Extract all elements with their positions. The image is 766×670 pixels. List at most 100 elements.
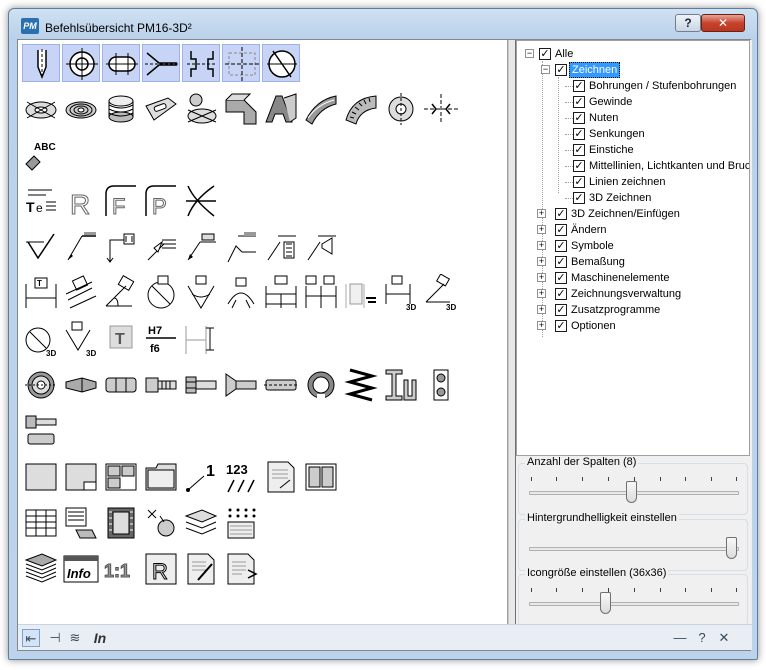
pin-icon[interactable]	[262, 366, 300, 404]
tree-subitem-label[interactable]: Nuten	[587, 110, 620, 126]
dim-chain-icon[interactable]	[262, 274, 300, 312]
dim-angle-icon[interactable]	[102, 274, 140, 312]
tree-checkbox[interactable]: ✓	[573, 144, 585, 156]
fillet-f-icon[interactable]: F	[102, 182, 140, 220]
tree-item-label[interactable]: Ändern	[569, 222, 608, 238]
tree-checkbox[interactable]: ✓	[555, 240, 567, 252]
tree-checkbox[interactable]: ✓	[555, 320, 567, 332]
icon-size-slider-thumb[interactable]	[600, 592, 611, 614]
dim-arc-icon[interactable]	[222, 274, 260, 312]
bolt-assembly-icon[interactable]	[22, 412, 60, 450]
profile-icon[interactable]	[382, 366, 420, 404]
drill-icon[interactable]	[22, 44, 60, 82]
roller-bearing-icon[interactable]	[422, 366, 460, 404]
title-bar[interactable]: PM Befehlsübersicht PM16-3D² ? ✕	[9, 9, 757, 39]
expand-toggle[interactable]: +	[537, 305, 546, 314]
dim-horizontal-icon[interactable]: T	[22, 274, 60, 312]
brightness-slider-track[interactable]	[529, 547, 739, 551]
tree-checkbox[interactable]: ✓	[555, 288, 567, 300]
icon-size-slider-track[interactable]	[529, 602, 739, 606]
text-edit-t-icon[interactable]: T	[102, 320, 140, 358]
dim-aligned-icon[interactable]	[62, 274, 100, 312]
drawing-layout-icon[interactable]	[102, 458, 140, 496]
hex-bolt-icon[interactable]	[182, 366, 220, 404]
surface-leader-icon[interactable]	[62, 228, 100, 266]
slot-icon[interactable]	[102, 44, 140, 82]
tree-item-label[interactable]: Bemaßung	[569, 254, 627, 270]
close-icon[interactable]: ✕	[716, 629, 732, 647]
countersink-icon[interactable]	[142, 44, 180, 82]
fillet-p-icon[interactable]: P	[142, 182, 180, 220]
3d-bore-icon[interactable]	[22, 90, 60, 128]
dim-3d-angle-icon[interactable]: 3D	[422, 274, 460, 312]
numbering-icon[interactable]: 1	[182, 458, 220, 496]
socket-screw-icon[interactable]	[142, 366, 180, 404]
collapse-toggle[interactable]: −	[525, 49, 534, 58]
table-view-icon[interactable]	[22, 504, 60, 542]
document-pen-icon[interactable]	[182, 550, 220, 588]
3d-text-icon[interactable]	[262, 90, 300, 128]
radius-r-icon[interactable]: R	[62, 182, 100, 221]
tree-subitem-label[interactable]: Einstiche	[587, 142, 636, 158]
centerline-icon[interactable]	[222, 44, 260, 82]
dim-3d-diameter-icon[interactable]: 3D	[22, 320, 60, 358]
parts-list-icon[interactable]	[62, 504, 100, 542]
curve-cross-icon[interactable]	[182, 182, 220, 220]
tree-subitem-label[interactable]: Senkungen	[587, 126, 647, 142]
drawing-frame-icon[interactable]	[62, 458, 100, 496]
tree-item-label[interactable]: 3D Zeichnen/Einfügen	[569, 206, 682, 222]
dim-edit-icon[interactable]	[182, 320, 220, 358]
key-icon[interactable]	[62, 366, 100, 404]
collapse-panel-icon[interactable]: ⇤	[22, 629, 40, 647]
tree-item-label[interactable]: Maschinenelemente	[569, 270, 671, 286]
nut-icon[interactable]	[102, 366, 140, 404]
tree-item-label[interactable]: Optionen	[569, 318, 618, 334]
circlip-icon[interactable]	[302, 366, 340, 404]
spring-icon[interactable]	[342, 366, 380, 404]
3d-countersink-icon[interactable]	[182, 90, 220, 128]
drawing-folder-icon[interactable]	[142, 458, 180, 496]
dim-3d-horizontal-icon[interactable]: 3D	[382, 274, 420, 312]
surface-symbol-icon[interactable]	[22, 228, 60, 266]
tree-checkbox[interactable]: ✓	[555, 64, 567, 76]
collapse-toggle[interactable]: −	[541, 65, 550, 74]
tree-checkbox[interactable]: ✓	[573, 192, 585, 204]
brightness-slider-thumb[interactable]	[726, 537, 737, 559]
3d-cross-icon[interactable]	[422, 90, 460, 128]
tolerance-leader-icon[interactable]	[182, 228, 220, 266]
tree-checkbox[interactable]: ✓	[573, 160, 585, 172]
tree-checkbox[interactable]: ✓	[555, 304, 567, 316]
point-grid-icon[interactable]	[222, 504, 260, 542]
expand-toggle[interactable]: +	[537, 273, 546, 282]
hatch-leader-icon[interactable]	[262, 228, 300, 266]
layer-stack-icon[interactable]	[182, 504, 220, 542]
3d-thread-icon[interactable]	[62, 90, 100, 128]
weld-symbol-icon[interactable]	[102, 228, 140, 266]
tree-checkbox[interactable]: ✓	[555, 256, 567, 268]
layers-icon[interactable]	[22, 550, 60, 588]
fit-tolerance-icon[interactable]: H7 f6	[142, 320, 180, 358]
help-icon[interactable]: ?	[694, 629, 710, 647]
tree-checkbox[interactable]: ✓	[573, 96, 585, 108]
minimize-icon[interactable]: —	[672, 629, 688, 647]
tree-subitem-label[interactable]: 3D Zeichnen	[587, 190, 653, 206]
tree-subitem-label[interactable]: Linien zeichnen	[587, 174, 667, 190]
tree-checkbox[interactable]: ✓	[539, 48, 551, 60]
expand-toggle[interactable]: +	[537, 241, 546, 250]
layers-icon[interactable]: ≋	[66, 629, 84, 647]
render-icon[interactable]: R	[142, 550, 180, 588]
countersunk-screw-icon[interactable]	[222, 366, 260, 404]
scale-icon[interactable]: 1:1	[102, 550, 140, 588]
tree-subitem-label[interactable]: Mittellinien, Lichtkanten und Bruc	[587, 158, 749, 174]
dim-radius-icon[interactable]	[182, 274, 220, 312]
cone-leader-icon[interactable]	[302, 228, 340, 266]
tree-subitem-label[interactable]: Bohrungen / Stufenbohrungen	[587, 78, 738, 94]
panel-splitter[interactable]	[508, 40, 516, 624]
3d-step-icon[interactable]	[222, 90, 260, 128]
dim-baseline-icon[interactable]	[302, 274, 340, 312]
parts-list-numbering-icon[interactable]: 123	[222, 458, 260, 496]
3d-threaded-shaft-icon[interactable]	[102, 90, 140, 128]
tree-item-label[interactable]: Symbole	[569, 238, 616, 254]
3d-gear-segment-icon[interactable]	[342, 90, 380, 128]
document-edit-icon[interactable]	[262, 458, 300, 496]
